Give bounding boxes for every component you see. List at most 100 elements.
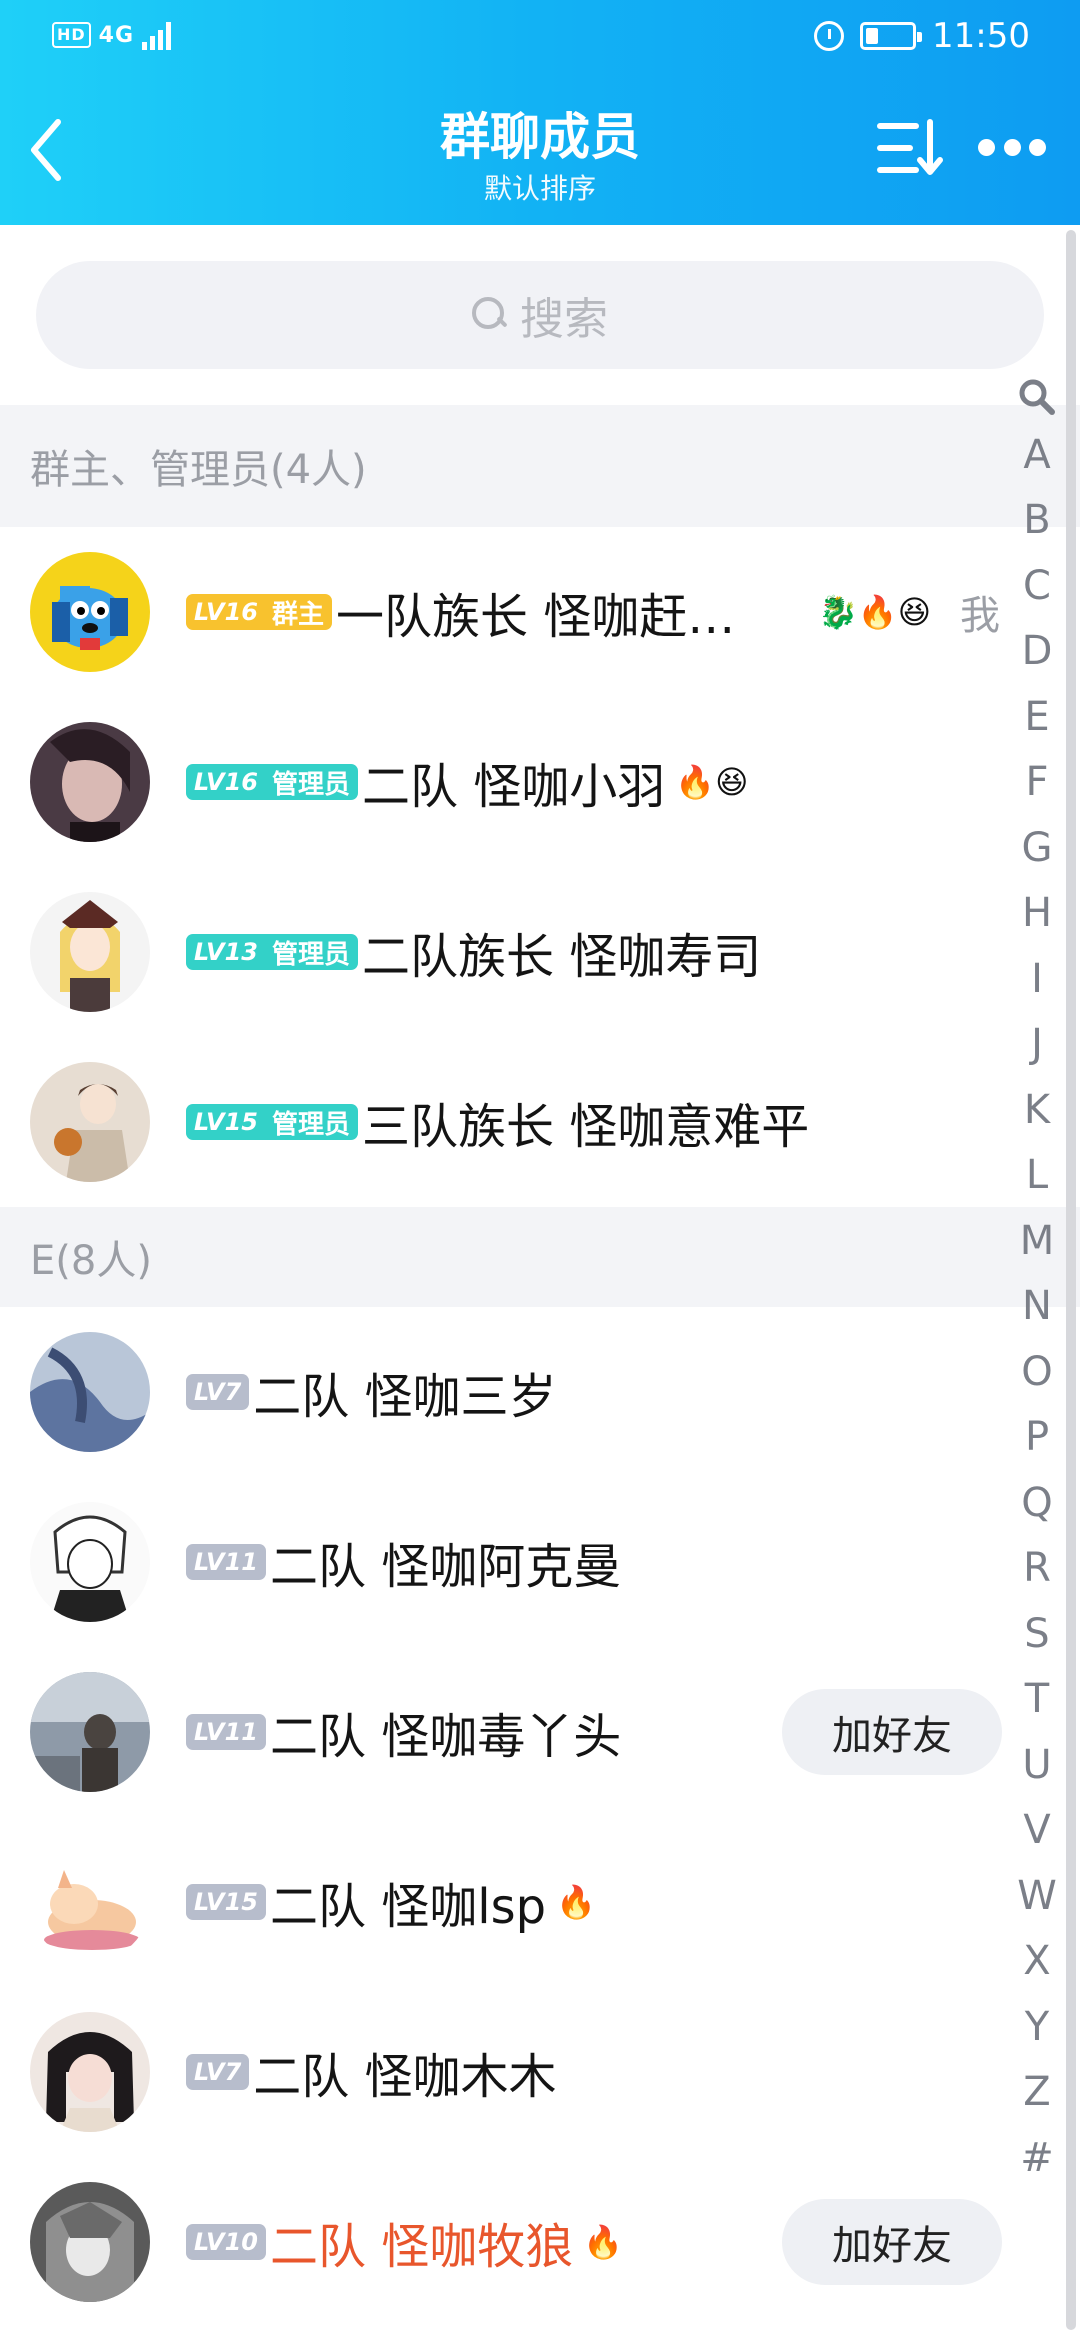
index-letter[interactable]: W: [1017, 1863, 1057, 1929]
member-name: 二队 怪咖小羽: [361, 759, 666, 815]
search-icon: [472, 297, 508, 333]
clock: 11:50: [932, 16, 1030, 56]
level-badge: LV15: [186, 1884, 266, 1920]
status-right: 11:50: [814, 16, 1030, 56]
index-letter[interactable]: J: [1017, 1012, 1057, 1078]
index-letter[interactable]: Q: [1017, 1470, 1057, 1536]
index-letter[interactable]: F: [1017, 750, 1057, 816]
member-row[interactable]: LV15 管理员 三队族长 怪咖意难平: [0, 1037, 1010, 1207]
status-emojis: 🔥😆: [675, 763, 749, 801]
more-dots-icon[interactable]: [978, 139, 1046, 159]
member-row[interactable]: LV16 群主 一队族长 怪咖赶… 🐉🔥😆 我: [0, 527, 1010, 697]
level-label: LV15: [186, 1104, 266, 1140]
level-badge: LV16 群主: [186, 594, 332, 630]
index-letters: A B C D E F G H I J K L M N O P Q R S T U V W X Y Z #: [1017, 422, 1057, 2191]
avatar[interactable]: [30, 2012, 150, 2132]
index-letter[interactable]: N: [1017, 1274, 1057, 1340]
avatar[interactable]: [30, 1502, 150, 1622]
index-letter[interactable]: I: [1017, 946, 1057, 1012]
index-letter[interactable]: B: [1017, 488, 1057, 554]
member-info: LV15 二队 怪咖lsp 🔥: [186, 1867, 596, 1937]
member-row[interactable]: LV11 二队 怪咖阿克曼: [0, 1477, 1010, 1647]
add-friend-button[interactable]: 加好友: [782, 2199, 1002, 2285]
status-emojis: 🔥: [556, 1883, 596, 1921]
level-badge: LV7: [186, 2054, 250, 2090]
member-info: LV16 群主 一队族长 怪咖赶…: [186, 577, 735, 647]
avatar[interactable]: [30, 1842, 150, 1962]
member-info: LV11 二队 怪咖阿克曼: [186, 1527, 621, 1597]
search-input[interactable]: 搜索: [36, 261, 1044, 369]
member-name: 二队 怪咖阿克曼: [269, 1539, 622, 1595]
member-name: 二队 怪咖lsp: [269, 1879, 547, 1935]
status-bar: HD 4G 11:50: [0, 0, 1080, 75]
member-row[interactable]: LV7 二队 怪咖三岁: [0, 1307, 1010, 1477]
avatar[interactable]: [30, 552, 150, 672]
index-letter[interactable]: Z: [1017, 2060, 1057, 2126]
signal-icon: [142, 20, 172, 50]
index-letter[interactable]: E: [1017, 684, 1057, 750]
member-row[interactable]: LV16 管理员 二队 怪咖小羽 🔥😆: [0, 697, 1010, 867]
member-info: LV10 二队 怪咖牧狼 🔥: [186, 2207, 623, 2277]
battery-icon: [860, 22, 923, 50]
index-letter[interactable]: S: [1017, 1601, 1057, 1667]
member-info: LV16 管理员 二队 怪咖小羽 🔥😆: [186, 747, 748, 817]
level-badge: LV11: [186, 1544, 266, 1580]
index-letter[interactable]: H: [1017, 881, 1057, 947]
index-letter[interactable]: A: [1017, 422, 1057, 488]
search-placeholder: 搜索: [520, 294, 608, 345]
member-row[interactable]: LV10 二队 怪咖牧狼 🔥 加好友: [0, 2157, 1010, 2327]
index-letter[interactable]: M: [1017, 1208, 1057, 1274]
level-badge: LV10: [186, 2224, 266, 2260]
index-letter[interactable]: V: [1017, 1798, 1057, 1864]
index-letter[interactable]: T: [1017, 1667, 1057, 1733]
level-label: LV16: [186, 594, 266, 630]
section-label: 群主、管理员(4人): [30, 447, 367, 493]
scrollbar[interactable]: [1066, 230, 1076, 2330]
level-label: LV11: [186, 1714, 266, 1750]
index-letter[interactable]: D: [1017, 619, 1057, 685]
avatar[interactable]: [30, 892, 150, 1012]
level-badge: LV15 管理员: [186, 1104, 358, 1140]
index-letter[interactable]: L: [1017, 1143, 1057, 1209]
member-row[interactable]: LV15 二队 怪咖lsp 🔥: [0, 1817, 1010, 1987]
member-name: 二队 怪咖三岁: [253, 1369, 557, 1425]
member-row[interactable]: LV13 管理员 二队族长 怪咖寿司: [0, 867, 1010, 1037]
index-letter[interactable]: C: [1017, 553, 1057, 619]
index-letter[interactable]: X: [1017, 1929, 1057, 1995]
avatar[interactable]: [30, 1332, 150, 1452]
network-type: 4G: [98, 22, 135, 48]
index-letter[interactable]: R: [1017, 1536, 1057, 1602]
level-label: LV10: [186, 2224, 266, 2260]
level-label: LV7: [186, 2054, 250, 2090]
member-row[interactable]: LV7 二队 怪咖木木: [0, 1987, 1010, 2157]
index-letter[interactable]: Y: [1017, 1994, 1057, 2060]
avatar[interactable]: [30, 722, 150, 842]
alphabet-index-bar[interactable]: A B C D E F G H I J K L M N O P Q R S T U V W X Y Z #: [1012, 372, 1062, 2191]
member-name: 二队 怪咖牧狼: [269, 2219, 574, 2275]
avatar[interactable]: [30, 1672, 150, 1792]
index-letter[interactable]: G: [1017, 815, 1057, 881]
add-friend-button[interactable]: 加好友: [782, 1689, 1002, 1775]
index-letter[interactable]: P: [1017, 1405, 1057, 1471]
member-info: LV13 管理员 二队族长 怪咖寿司: [186, 917, 761, 987]
avatar[interactable]: [30, 1062, 150, 1182]
status-emojis: 🐉🔥😆: [818, 593, 932, 631]
section-label: E(8人): [30, 1238, 152, 1284]
member-row[interactable]: LV11 二队 怪咖毒丫头 加好友: [0, 1647, 1010, 1817]
level-label: LV16: [186, 764, 266, 800]
status-emojis: 🔥: [583, 2223, 624, 2261]
member-info: LV15 管理员 三队族长 怪咖意难平: [186, 1087, 809, 1157]
level-label: LV11: [186, 1544, 266, 1580]
search-area: 搜索: [0, 225, 1080, 405]
level-label: LV7: [186, 1374, 250, 1410]
index-letter[interactable]: O: [1017, 1339, 1057, 1405]
index-search-icon[interactable]: [1018, 372, 1056, 422]
level-label: LV15: [186, 1884, 266, 1920]
sort-icon[interactable]: [876, 118, 946, 178]
member-info: LV7 二队 怪咖木木: [186, 2037, 557, 2107]
avatar[interactable]: [30, 2182, 150, 2302]
index-letter[interactable]: #: [1017, 2125, 1057, 2191]
role-label: 管理员: [265, 1104, 358, 1140]
index-letter[interactable]: K: [1017, 1077, 1057, 1143]
index-letter[interactable]: U: [1017, 1732, 1057, 1798]
